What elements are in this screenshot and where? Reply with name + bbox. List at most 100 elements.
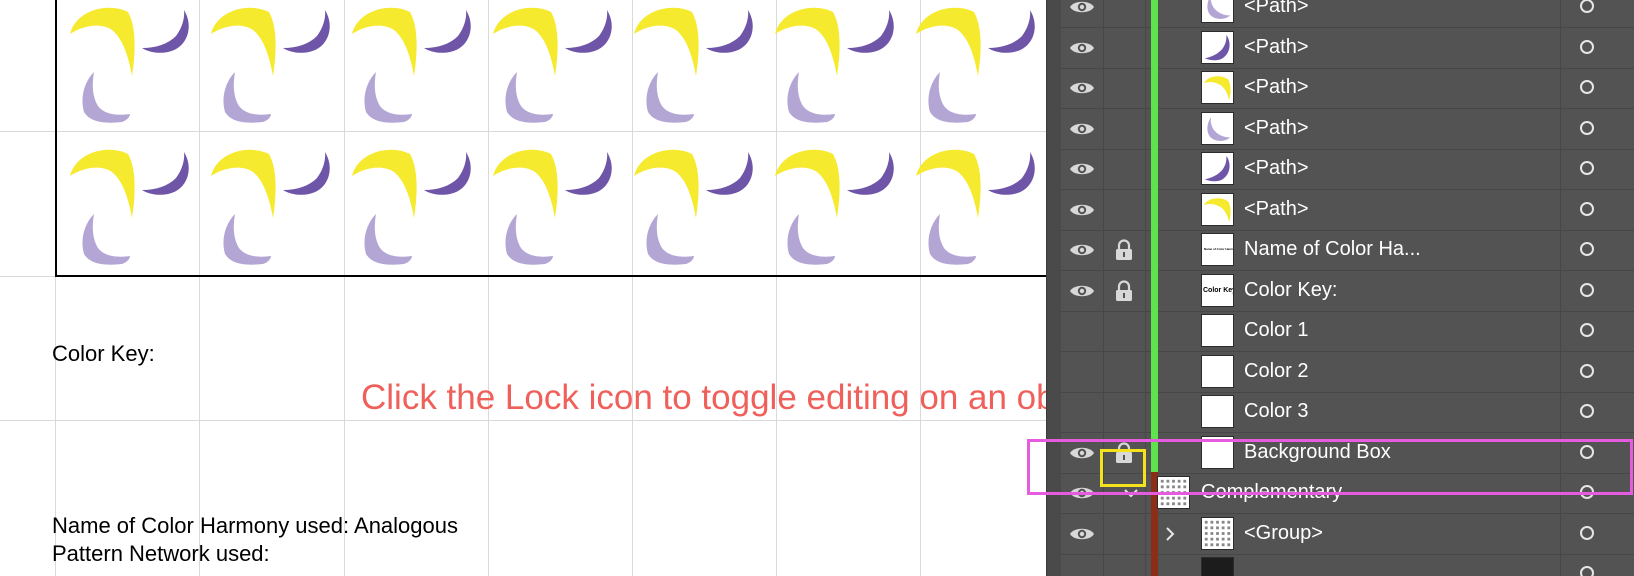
lock-toggle-icon[interactable]	[1114, 239, 1134, 261]
purple-crescent	[283, 152, 330, 195]
target-circle-icon[interactable]	[1580, 0, 1594, 13]
layer-thumbnail	[1201, 557, 1234, 576]
layer-row-group[interactable]: <Group>	[1061, 512, 1634, 555]
lock-toggle-icon[interactable]	[1114, 77, 1134, 99]
target-circle-icon[interactable]	[1580, 201, 1594, 216]
layer-row-color-2[interactable]: Color 2	[1061, 350, 1634, 393]
layer-row-path[interactable]: <Path>	[1061, 148, 1634, 190]
purple-crescent	[706, 152, 753, 195]
yellow-crescent	[211, 7, 276, 76]
visibility-eye-icon[interactable]	[1069, 39, 1095, 57]
target-circle-icon[interactable]	[1580, 323, 1594, 337]
layer-name[interactable]: <Path>	[1244, 0, 1309, 18]
layer-row-color-1[interactable]: Color 1	[1061, 310, 1634, 352]
target-circle-icon[interactable]	[1580, 80, 1594, 94]
layer-color-bar	[1151, 188, 1158, 231]
pattern-tile	[64, 4, 194, 142]
layer-row-color-3[interactable]: Color 3	[1061, 391, 1634, 433]
layer-thumbnail	[1201, 516, 1234, 550]
visibility-eye-icon[interactable]	[1069, 363, 1095, 381]
layer-name[interactable]: <Path>	[1244, 157, 1309, 180]
yellow-crescent	[775, 149, 840, 218]
layer-color-bar	[1151, 391, 1158, 433]
column-separator	[1103, 512, 1104, 555]
yellow-crescent	[916, 7, 981, 76]
lock-toggle-icon[interactable]	[1114, 37, 1134, 59]
layer-name[interactable]: Color 2	[1244, 360, 1308, 383]
layer-row-path[interactable]: <Path>	[1061, 107, 1634, 150]
lock-toggle-icon[interactable]	[1114, 158, 1134, 180]
visibility-eye-icon[interactable]	[1069, 565, 1095, 576]
layer-row-color-key[interactable]: Color Key: Color Key:	[1061, 269, 1634, 312]
target-circle-icon[interactable]	[1580, 404, 1594, 418]
purple-crescent	[847, 10, 894, 53]
visibility-eye-icon[interactable]	[1069, 403, 1095, 421]
pattern-tile	[628, 4, 758, 142]
visibility-eye-icon[interactable]	[1069, 0, 1095, 16]
layer-name[interactable]: <Path>	[1244, 76, 1309, 99]
layer-name[interactable]: <Group>	[1244, 522, 1323, 545]
target-circle-icon[interactable]	[1580, 363, 1594, 378]
lock-toggle-icon[interactable]	[1114, 279, 1134, 302]
visibility-eye-icon[interactable]	[1069, 241, 1095, 259]
target-circle-icon[interactable]	[1580, 525, 1594, 540]
layer-row-layer[interactable]	[1061, 553, 1634, 576]
layer-name[interactable]: <Path>	[1244, 117, 1309, 140]
layer-thumbnail	[1201, 111, 1234, 145]
color-key-text: Color Key:	[52, 341, 155, 366]
target-circle-icon[interactable]	[1580, 161, 1594, 175]
visibility-eye-icon[interactable]	[1069, 120, 1095, 138]
lock-toggle-icon[interactable]	[1114, 199, 1134, 221]
layer-name[interactable]: Name of Color Ha...	[1244, 238, 1421, 261]
column-separator	[1560, 269, 1561, 312]
layer-row-path[interactable]: <Path>	[1061, 0, 1634, 28]
chevron-right-icon[interactable]	[1162, 526, 1178, 542]
layer-thumbnail	[1201, 71, 1234, 104]
visibility-eye-icon[interactable]	[1069, 201, 1095, 219]
column-separator	[1560, 391, 1561, 433]
lock-toggle-icon[interactable]	[1114, 320, 1134, 342]
column-separator	[1103, 391, 1104, 433]
lock-toggle-icon[interactable]	[1114, 0, 1134, 18]
target-circle-icon[interactable]	[1580, 282, 1594, 297]
lock-toggle-icon[interactable]	[1114, 563, 1134, 576]
layer-thumbnail	[1201, 30, 1234, 64]
visibility-eye-icon[interactable]	[1069, 282, 1095, 300]
layer-row-name-of-color-ha[interactable]: Name of Color Harmony Name of Color Ha...	[1061, 229, 1634, 271]
visibility-eye-icon[interactable]	[1069, 79, 1095, 97]
pattern-tile	[487, 4, 617, 142]
tutorial-annotation: Click the Lock icon to toggle editing on…	[361, 378, 1046, 417]
layer-name[interactable]: <Path>	[1244, 36, 1309, 59]
layer-name[interactable]: Color 1	[1244, 319, 1308, 342]
layer-color-bar	[1151, 269, 1158, 312]
layer-row-path[interactable]: <Path>	[1061, 67, 1634, 109]
layer-thumbnail	[1201, 314, 1234, 347]
visibility-eye-icon[interactable]	[1069, 525, 1095, 543]
lilac-crescent	[223, 72, 271, 123]
visibility-eye-icon[interactable]	[1069, 322, 1095, 340]
lock-toggle-icon[interactable]	[1114, 361, 1134, 383]
artboard-canvas[interactable]: Color Key: Name of Color Harmony used: A…	[0, 0, 1046, 576]
visibility-eye-icon[interactable]	[1069, 160, 1095, 178]
layer-row-path[interactable]: <Path>	[1061, 26, 1634, 69]
lilac-crescent	[82, 214, 130, 265]
lilac-crescent	[364, 72, 412, 123]
target-circle-icon[interactable]	[1580, 120, 1594, 135]
yellow-crescent	[775, 7, 840, 76]
layer-color-bar	[1151, 67, 1158, 109]
column-separator	[1560, 310, 1561, 352]
column-separator	[1103, 0, 1104, 28]
target-circle-icon[interactable]	[1580, 566, 1594, 576]
layer-row-path[interactable]: <Path>	[1061, 188, 1634, 231]
layer-name[interactable]: <Path>	[1244, 198, 1309, 221]
lilac-crescent	[505, 72, 553, 123]
lock-toggle-icon[interactable]	[1114, 523, 1134, 545]
column-separator	[1560, 107, 1561, 150]
layer-name[interactable]: Color 3	[1244, 400, 1308, 423]
layer-name[interactable]: Color Key:	[1244, 279, 1337, 302]
lock-toggle-icon[interactable]	[1114, 118, 1134, 140]
column-separator	[1560, 148, 1561, 190]
target-circle-icon[interactable]	[1580, 39, 1594, 54]
lock-toggle-icon[interactable]	[1114, 401, 1134, 423]
target-circle-icon[interactable]	[1580, 242, 1594, 256]
